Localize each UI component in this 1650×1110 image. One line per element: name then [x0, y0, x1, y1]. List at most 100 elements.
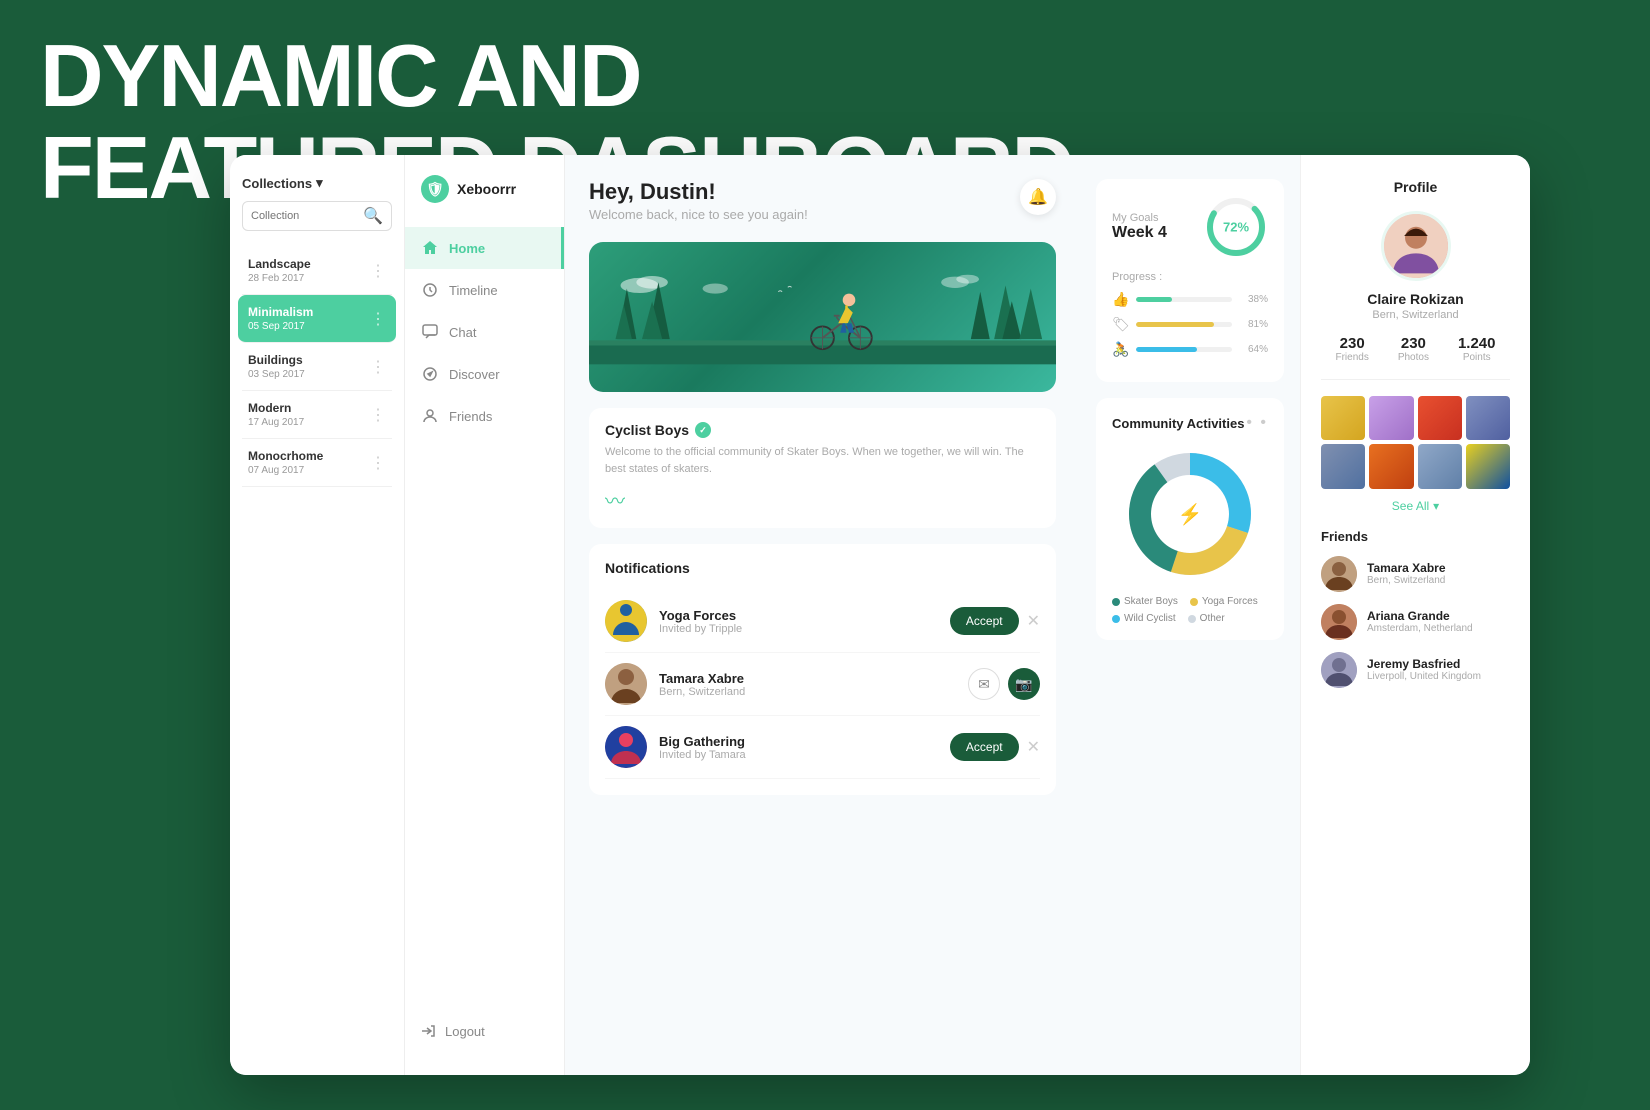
logout-button[interactable]: Logout [405, 1007, 564, 1055]
friends-stat: 230 Friends [1335, 335, 1368, 363]
svg-text:⚡: ⚡ [1178, 502, 1203, 526]
avatar [1381, 211, 1451, 281]
friend-item: Jeremy Basfried Liverpoll, United Kingdo… [1321, 652, 1510, 688]
notification-actions: Accept ✕ [950, 607, 1040, 635]
verified-badge: ✓ [695, 422, 711, 438]
dashboard-container: Collections ▾ 🔍 Landscape 28 Feb 2017 ⋮ … [230, 155, 1530, 1075]
sidebar-item-home[interactable]: Home [405, 227, 564, 269]
message-button[interactable]: ✉ [968, 668, 1000, 700]
photo-thumbnail[interactable] [1418, 444, 1462, 488]
friend-info: Tamara Xabre Bern, Switzerland [1367, 561, 1446, 586]
page-subtitle: Welcome back, nice to see you again! [589, 207, 808, 222]
community-description: Welcome to the official community of Ska… [605, 444, 1040, 477]
avatar [605, 663, 647, 705]
photo-thumbnail[interactable] [1369, 396, 1413, 440]
sidebar: 🛡 Xeboorrr Home Timeline Chat Discove [405, 155, 565, 1075]
main-header: Hey, Dustin! Welcome back, nice to see y… [589, 179, 1056, 222]
right-panel: My Goals Week 4 72% Progress : 👍 [1080, 155, 1300, 1075]
photo-thumbnail[interactable] [1418, 396, 1462, 440]
friend-info: Ariana Grande Amsterdam, Netherland [1367, 609, 1473, 634]
dismiss-button[interactable]: ✕ [1027, 611, 1040, 631]
community-activities-card: Community Activities • • [1096, 398, 1284, 640]
goals-info: My Goals Week 4 [1112, 212, 1167, 242]
notification-bell-button[interactable]: 🔔 [1020, 179, 1056, 215]
page-title: Hey, Dustin! [589, 179, 808, 205]
accept-button[interactable]: Accept [950, 607, 1019, 635]
person-icon [421, 407, 439, 425]
list-item[interactable]: Minimalism 05 Sep 2017 ⋮ [238, 295, 396, 343]
sidebar-item-chat[interactable]: Chat [405, 311, 564, 353]
profile-title: Profile [1321, 179, 1510, 195]
friend-info: Jeremy Basfried Liverpoll, United Kingdo… [1367, 657, 1481, 682]
tag-icon: 🏷 [1112, 316, 1128, 333]
goals-donut: 72% [1204, 195, 1268, 259]
logo: 🛡 Xeboorrr [405, 175, 564, 227]
video-button[interactable]: 📷 [1008, 668, 1040, 700]
notification-actions: ✉ 📷 [968, 668, 1040, 700]
dismiss-button[interactable]: ✕ [1027, 737, 1040, 757]
photo-thumbnail[interactable] [1369, 444, 1413, 488]
sidebar-item-friends[interactable]: Friends [405, 395, 564, 437]
collection-search[interactable]: 🔍 [242, 201, 392, 231]
legend-item: Wild Cyclist [1112, 613, 1176, 624]
dots-icon[interactable]: ⋮ [370, 261, 386, 281]
collection-title: Collections ▾ [242, 175, 392, 191]
progress-bar [1136, 347, 1232, 352]
see-all-button[interactable]: See All ▾ [1321, 499, 1510, 513]
photo-thumbnail[interactable] [1466, 444, 1510, 488]
dots-icon[interactable]: ⋮ [370, 357, 386, 377]
search-icon: 🔍 [363, 206, 383, 226]
community-name: Cyclist Boys ✓ [605, 422, 1040, 438]
progress-row: 🚴 64% [1112, 341, 1268, 358]
community-activities-header: Community Activities • • [1112, 414, 1268, 432]
community-activities-legend: Skater Boys Yoga Forces Wild Cyclist Oth… [1112, 596, 1268, 624]
dots-icon[interactable]: ⋮ [370, 309, 386, 329]
dots-icon[interactable]: ⋮ [370, 405, 386, 425]
clock-icon [421, 281, 439, 299]
sidebar-item-discover[interactable]: Discover [405, 353, 564, 395]
avatar [1321, 556, 1357, 592]
like-icon: 👍 [1112, 291, 1128, 308]
accept-button[interactable]: Accept [950, 733, 1019, 761]
wave-icon: 〰 [605, 485, 1040, 514]
legend-item: Skater Boys [1112, 596, 1178, 607]
goals-card: My Goals Week 4 72% Progress : 👍 [1096, 179, 1284, 382]
logo-icon: 🛡 [421, 175, 449, 203]
avatar [1321, 604, 1357, 640]
dropdown-icon: ▾ [316, 175, 323, 191]
bike-icon: 🚴 [1112, 341, 1128, 358]
more-options-icon[interactable]: • • [1246, 414, 1268, 432]
avatar [605, 600, 647, 642]
goals-percentage: 72% [1223, 220, 1249, 235]
photos-stat: 230 Photos [1398, 335, 1429, 363]
main-content: Hey, Dustin! Welcome back, nice to see y… [565, 155, 1080, 1075]
avatar [1321, 652, 1357, 688]
dots-icon[interactable]: ⋮ [370, 453, 386, 473]
progress-section: Progress : 👍 38% 🏷 81% 🚴 [1112, 271, 1268, 358]
hero-banner [589, 242, 1056, 392]
photo-thumbnail[interactable] [1321, 396, 1365, 440]
notifications-section: Notifications Yoga Forces Invited by Tri… [589, 544, 1056, 795]
progress-row: 🏷 81% [1112, 316, 1268, 333]
profile-location: Bern, Switzerland [1321, 309, 1510, 321]
points-stat: 1.240 Points [1458, 335, 1496, 363]
photo-thumbnail[interactable] [1466, 396, 1510, 440]
photo-thumbnail[interactable] [1321, 444, 1365, 488]
list-item[interactable]: Buildings 03 Sep 2017 ⋮ [242, 343, 392, 391]
notification-actions: Accept ✕ [950, 733, 1040, 761]
progress-bar [1136, 322, 1232, 327]
search-input[interactable] [251, 210, 359, 222]
list-item[interactable]: Monocrhome 07 Aug 2017 ⋮ [242, 439, 392, 487]
profile-stats: 230 Friends 230 Photos 1.240 Points [1321, 335, 1510, 380]
chat-icon [421, 323, 439, 341]
progress-bar [1136, 297, 1232, 302]
list-item[interactable]: Modern 17 Aug 2017 ⋮ [242, 391, 392, 439]
notification-info: Big Gathering Invited by Tamara [659, 734, 938, 761]
sidebar-item-timeline[interactable]: Timeline [405, 269, 564, 311]
notifications-title: Notifications [605, 560, 1040, 576]
list-item[interactable]: Landscape 28 Feb 2017 ⋮ [242, 247, 392, 295]
friend-item: Tamara Xabre Bern, Switzerland [1321, 556, 1510, 592]
community-activities-chart: ⚡ [1112, 444, 1268, 584]
profile-name: Claire Rokizan [1321, 291, 1510, 307]
notification-info: Tamara Xabre Bern, Switzerland [659, 671, 956, 698]
